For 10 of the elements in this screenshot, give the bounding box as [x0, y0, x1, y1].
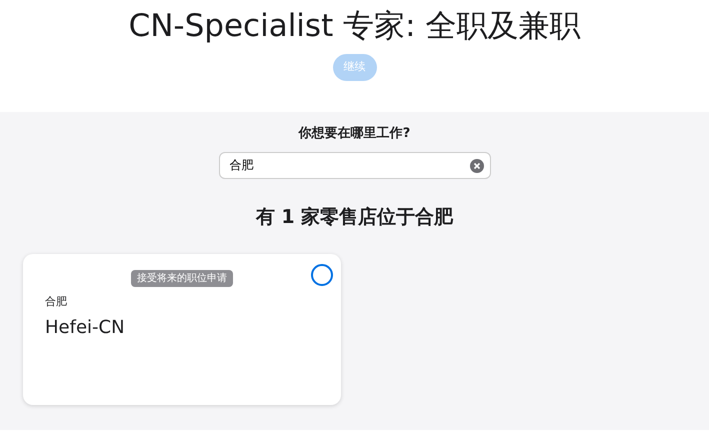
clear-icon[interactable] — [470, 158, 484, 173]
location-prompt: 你想要在哪里工作? — [297, 124, 412, 143]
store-city: 合肥 — [45, 294, 68, 310]
result-heading: 有 1 家零售店位于合肥 — [254, 205, 454, 230]
search-field[interactable]: 合肥 — [218, 152, 490, 180]
status-tag: 接受将来的职位申请 — [131, 270, 233, 287]
page-title: CN-Specialist 专家: 全职及兼职 — [128, 8, 582, 46]
radio-button[interactable] — [311, 264, 333, 286]
store-name: Hefei-CN — [45, 316, 126, 340]
store-card[interactable]: 接受将来的职位申请 合肥 Hefei-CN — [23, 254, 341, 405]
